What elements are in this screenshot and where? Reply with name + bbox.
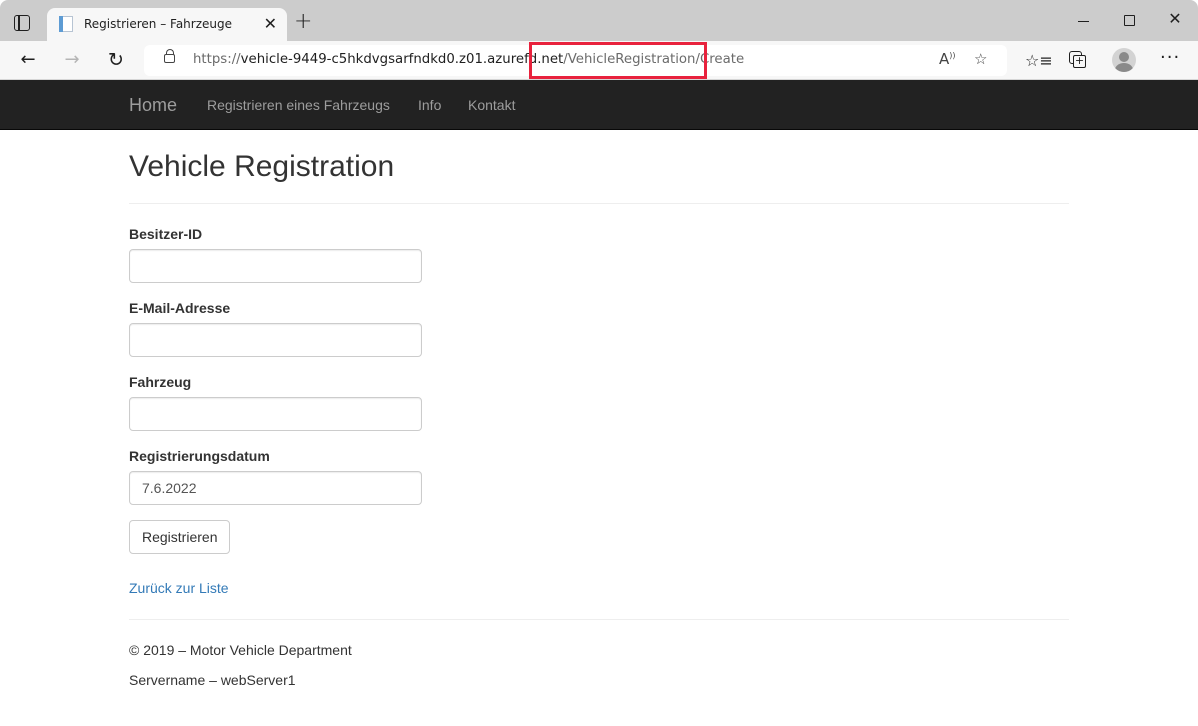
more-options-icon[interactable]: ··· bbox=[1160, 47, 1180, 68]
page-favicon-icon bbox=[59, 16, 73, 32]
nav-link-contact[interactable]: Kontakt bbox=[468, 97, 515, 113]
browser-toolbar: ← → ↻ https://vehicle-9449-c5hkdvgsarfnd… bbox=[0, 41, 1198, 80]
email-label: E-Mail-Adresse bbox=[129, 300, 231, 316]
read-aloud-icon[interactable]: A)) bbox=[939, 50, 956, 68]
page-title: Vehicle Registration bbox=[129, 150, 395, 183]
address-bar[interactable]: https://vehicle-9449-c5hkdvgsarfndkd0.z0… bbox=[144, 45, 1007, 76]
add-favorite-icon[interactable]: ☆ bbox=[974, 50, 987, 68]
url-host: vehicle-9449-c5hkdvgsarfndkd0.z01.azuref… bbox=[240, 52, 564, 67]
vehicle-label: Fahrzeug bbox=[129, 374, 192, 390]
lock-icon[interactable] bbox=[164, 49, 175, 63]
url-protocol: https:// bbox=[193, 52, 241, 67]
nav-link-register-vehicle[interactable]: Registrieren eines Fahrzeugs bbox=[207, 97, 390, 113]
favorites-icon[interactable]: ☆≡ bbox=[1025, 51, 1053, 70]
site-navbar: Home Registrieren eines Fahrzeugs Info K… bbox=[0, 80, 1198, 130]
footer-servername: Servername – webServer1 bbox=[129, 672, 296, 688]
owner-id-input[interactable] bbox=[129, 249, 422, 283]
profile-avatar-icon[interactable] bbox=[1112, 48, 1136, 72]
browser-titlebar: Registrieren – Fahrzeuge ✕ + ✕ bbox=[0, 0, 1198, 41]
window-close-icon[interactable]: ✕ bbox=[1165, 9, 1185, 29]
owner-id-label: Besitzer-ID bbox=[129, 226, 203, 242]
new-tab-button[interactable]: + bbox=[294, 9, 312, 34]
refresh-icon[interactable]: ↻ bbox=[104, 48, 128, 72]
registration-date-label: Registrierungsdatum bbox=[129, 448, 270, 464]
tab-title: Registrieren – Fahrzeuge bbox=[84, 17, 233, 31]
tab-actions-icon[interactable] bbox=[14, 15, 30, 31]
back-to-list-link[interactable]: Zurück zur Liste bbox=[129, 580, 229, 596]
maximize-icon[interactable] bbox=[1119, 10, 1139, 30]
divider bbox=[129, 203, 1069, 204]
url-path: /VehicleRegistration/Create bbox=[563, 52, 745, 67]
minimize-icon[interactable] bbox=[1073, 10, 1093, 30]
email-input[interactable] bbox=[129, 323, 422, 357]
nav-home-link[interactable]: Home bbox=[129, 95, 177, 116]
close-tab-icon[interactable]: ✕ bbox=[264, 14, 277, 33]
nav-link-info[interactable]: Info bbox=[418, 97, 441, 113]
vehicle-input[interactable] bbox=[129, 397, 422, 431]
forward-icon[interactable]: → bbox=[60, 48, 84, 72]
footer-divider bbox=[129, 619, 1069, 620]
footer-copyright: © 2019 – Motor Vehicle Department bbox=[129, 642, 352, 658]
back-icon[interactable]: ← bbox=[16, 48, 40, 72]
browser-tab[interactable]: Registrieren – Fahrzeuge ✕ bbox=[47, 8, 287, 41]
register-button[interactable]: Registrieren bbox=[129, 520, 231, 554]
collections-icon[interactable]: + bbox=[1069, 51, 1087, 69]
url-text[interactable]: https://vehicle-9449-c5hkdvgsarfndkd0.z0… bbox=[193, 52, 744, 67]
registration-date-input[interactable] bbox=[129, 471, 422, 505]
